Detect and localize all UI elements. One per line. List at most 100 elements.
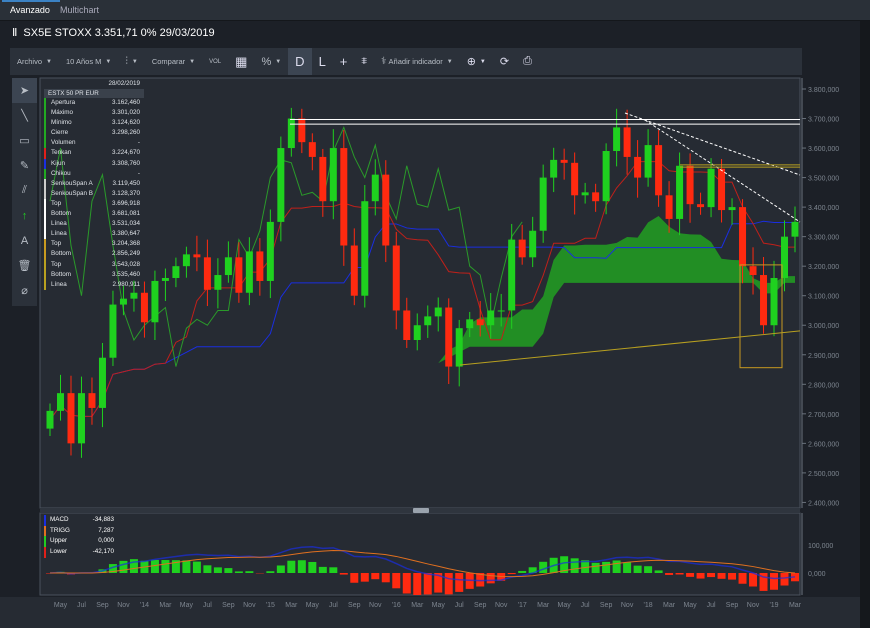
candle-up <box>77 393 85 444</box>
x-tick-label: Nov <box>369 602 382 609</box>
macd-bar <box>602 561 611 573</box>
macd-bar <box>570 558 579 573</box>
info-label: Bottom <box>51 210 71 218</box>
x-tick-label: Sep <box>96 602 109 609</box>
info-label: Línea <box>51 280 67 288</box>
candle-down <box>718 168 726 211</box>
info-panel: 28/02/2019 ESTX 50 PR EUR Apertura 3.162,… <box>44 80 144 290</box>
info-date: 28/02/2019 <box>108 80 140 87</box>
info-value: 2.856,249 <box>111 250 140 258</box>
info-value: 3.696,918 <box>111 199 140 207</box>
candle-down <box>592 192 600 202</box>
info-label: Top <box>51 260 62 268</box>
candle-up <box>539 177 547 231</box>
info-value: 3.124,620 <box>111 119 140 127</box>
macd-bar <box>749 573 758 587</box>
candle-up <box>497 310 505 312</box>
candle-up <box>109 304 117 358</box>
x-tick-label: Nov <box>117 602 130 609</box>
y-tick-label: 3.000,000 <box>808 323 839 330</box>
info-label: Máximo <box>51 109 74 117</box>
info-label: Mínimo <box>51 119 72 127</box>
candle-down <box>193 254 201 258</box>
candle-up <box>529 230 537 258</box>
info-value: 3.119,450 <box>112 179 140 187</box>
macd-bar <box>182 560 191 573</box>
candle-up <box>413 325 421 341</box>
candle-down <box>655 145 663 196</box>
candle-up <box>56 393 64 411</box>
macd-bar <box>423 573 432 595</box>
candle-up <box>329 148 337 202</box>
macd-bar <box>444 573 453 595</box>
candle-down <box>88 393 96 408</box>
x-tick-label: Nov <box>243 602 256 609</box>
info-row: Línea 3.380,647 <box>44 229 144 240</box>
candle-up <box>424 316 432 326</box>
x-tick-label: '15 <box>266 602 275 609</box>
info-label: Cierre <box>51 129 69 137</box>
macd-bar <box>224 568 233 573</box>
x-tick-label: May <box>306 602 320 609</box>
candle-down <box>476 319 484 326</box>
macd-bar <box>360 573 369 582</box>
scrollbar-handle[interactable] <box>413 508 429 513</box>
candle-up <box>371 174 379 202</box>
macd-bar <box>119 560 128 573</box>
macd-bar <box>329 567 338 573</box>
info-row: Bottom 3.681,081 <box>44 209 144 220</box>
macd-legend: MACD -34,883 TRIGG 7,287 Upper 0,000 Lower -42,… <box>44 515 114 558</box>
info-value: - <box>137 139 140 147</box>
info-label: Chikou <box>51 169 71 177</box>
info-row: Bottom 2.856,249 <box>44 249 144 260</box>
x-tick-label: Mar <box>789 602 802 609</box>
x-tick-label: Mar <box>285 602 298 609</box>
info-row: Volumen - <box>44 138 144 149</box>
x-tick-label: Jul <box>581 602 590 609</box>
macd-bar <box>402 573 411 594</box>
candle-up <box>46 410 54 429</box>
y-tick-label: 3.300,000 <box>808 235 839 242</box>
macd-legend-row: MACD -34,883 <box>44 515 114 526</box>
candle-down <box>749 266 757 276</box>
macd-legend-row: Lower -42,170 <box>44 547 114 558</box>
candle-up <box>266 221 274 281</box>
info-value: 3.380,647 <box>111 230 140 238</box>
macd-bar <box>276 565 285 573</box>
info-row: Mínimo 3.124,620 <box>44 118 144 129</box>
info-symbol: ESTX 50 PR EUR <box>44 89 144 98</box>
macd-value: 7,287 <box>98 526 114 534</box>
y-tick-label: 3.400,000 <box>808 205 839 212</box>
y-tick-label: 3.800,000 <box>808 87 839 94</box>
x-tick-label: Mar <box>537 602 550 609</box>
info-value: 3.535,460 <box>111 270 140 278</box>
info-label: SenkouSpan B <box>51 189 94 197</box>
macd-tick-label: 100,000 <box>808 543 833 550</box>
candle-up <box>245 251 253 293</box>
y-tick-label: 2.600,000 <box>808 441 839 448</box>
candle-up <box>487 310 495 326</box>
candle-up <box>287 118 295 149</box>
candle-down <box>571 162 579 196</box>
x-tick-label: '14 <box>140 602 149 609</box>
candle-up <box>644 145 652 178</box>
macd-bar <box>234 571 243 573</box>
macd-bar <box>507 573 516 575</box>
candle-up <box>770 277 778 326</box>
x-tick-label: Sep <box>474 602 487 609</box>
candle-up <box>581 192 589 196</box>
info-value: 2.980,911 <box>112 280 140 288</box>
candle-down <box>760 275 768 326</box>
candle-down <box>67 393 75 444</box>
candle-up <box>791 221 799 237</box>
y-tick-label: 2.700,000 <box>808 412 839 419</box>
macd-bar <box>339 573 348 575</box>
x-tick-label: Jul <box>707 602 716 609</box>
candle-down <box>697 204 705 208</box>
y-tick-label: 3.100,000 <box>808 294 839 301</box>
candle-down <box>203 257 211 290</box>
x-tick-label: Mar <box>663 602 676 609</box>
info-label: Volumen <box>51 139 76 147</box>
macd-tick-label: 0,000 <box>808 571 826 578</box>
candle-down <box>403 310 411 341</box>
